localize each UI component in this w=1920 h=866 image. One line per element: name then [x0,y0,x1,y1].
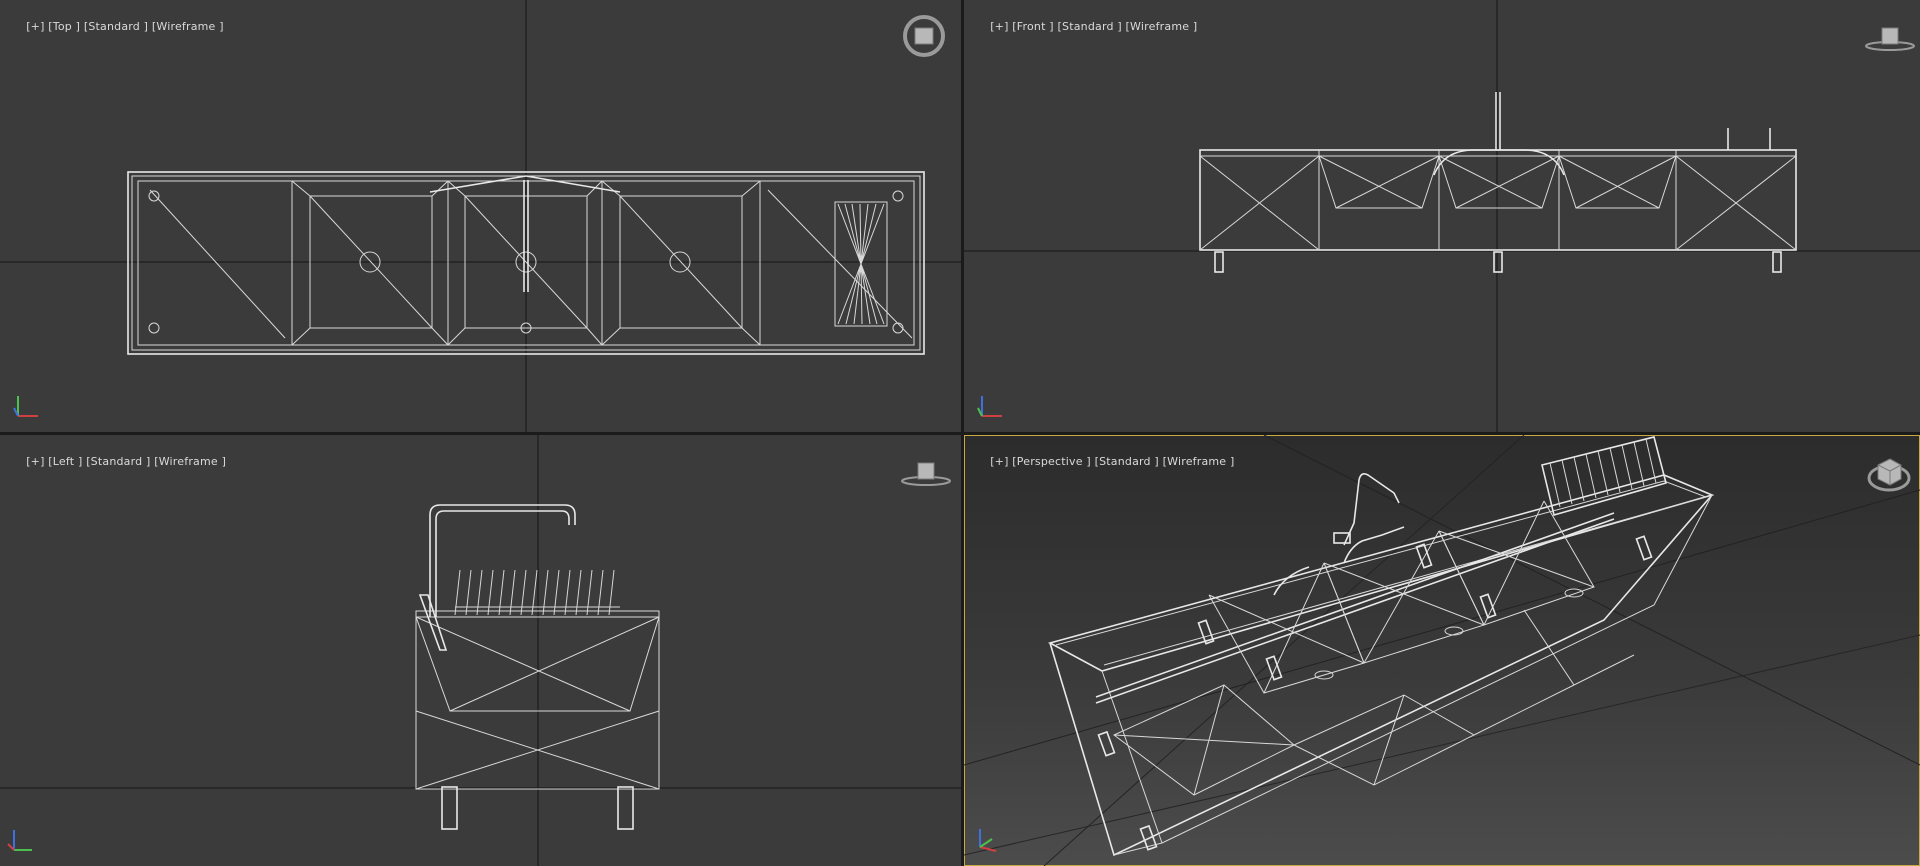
viewport-shading-label[interactable]: [Standard ] [86,455,150,468]
viewport-menu-plus[interactable]: [+] [990,20,1008,33]
viewcube-icon[interactable] [902,14,946,58]
viewport-shading-label[interactable]: [Standard ] [1095,455,1159,468]
viewport-menu-plus[interactable]: [+] [26,455,44,468]
viewport-pov-label[interactable]: [Top ] [48,20,80,33]
viewport-mode-label[interactable]: [Wireframe ] [1126,20,1198,33]
viewcube-icon[interactable] [1864,22,1916,54]
axis-tripod-icon [979,829,997,852]
viewport-mode-label[interactable]: [Wireframe ] [154,455,226,468]
viewport-shading-label[interactable]: [Standard ] [1058,20,1122,33]
viewcube-icon[interactable] [900,457,952,489]
viewport-pov-label[interactable]: [Perspective ] [1012,455,1091,468]
viewport-pov-label[interactable]: [Front ] [1012,20,1054,33]
perspective-wireframe-scene[interactable] [964,435,1920,866]
axis-tripod-icon [13,396,38,417]
front-wireframe-scene[interactable] [964,0,1920,432]
viewport-label-left[interactable]: [+] [Left ] [Standard ] [Wireframe ] [4,442,226,481]
viewport-shading-label[interactable]: [Standard ] [84,20,148,33]
viewport-label-top[interactable]: [+] [Top ] [Standard ] [Wireframe ] [4,7,224,46]
axis-tripod-icon [7,830,32,851]
top-wireframe-scene[interactable] [0,0,961,432]
viewport-left[interactable]: [+] [Left ] [Standard ] [Wireframe ] [0,435,961,866]
viewport-mode-label[interactable]: [Wireframe ] [152,20,224,33]
viewport-perspective[interactable]: [+] [Perspective ] [Standard ] [Wirefram… [964,435,1920,866]
viewport-menu-plus[interactable]: [+] [990,455,1008,468]
viewport-top[interactable]: [+] [Top ] [Standard ] [Wireframe ] [0,0,961,432]
viewport-label-front[interactable]: [+] [Front ] [Standard ] [Wireframe ] [968,7,1197,46]
viewport-menu-plus[interactable]: [+] [26,20,44,33]
viewport-mode-label[interactable]: [Wireframe ] [1163,455,1235,468]
viewport-grid: [+] [Top ] [Standard ] [Wireframe ] [+] … [0,0,1920,866]
viewport-front[interactable]: [+] [Front ] [Standard ] [Wireframe ] [964,0,1920,432]
axis-tripod-icon [977,396,1002,417]
viewport-pov-label[interactable]: [Left ] [48,455,82,468]
viewcube-icon[interactable] [1866,451,1912,497]
viewport-label-perspective[interactable]: [+] [Perspective ] [Standard ] [Wirefram… [968,442,1234,481]
left-wireframe-scene[interactable] [0,435,961,866]
